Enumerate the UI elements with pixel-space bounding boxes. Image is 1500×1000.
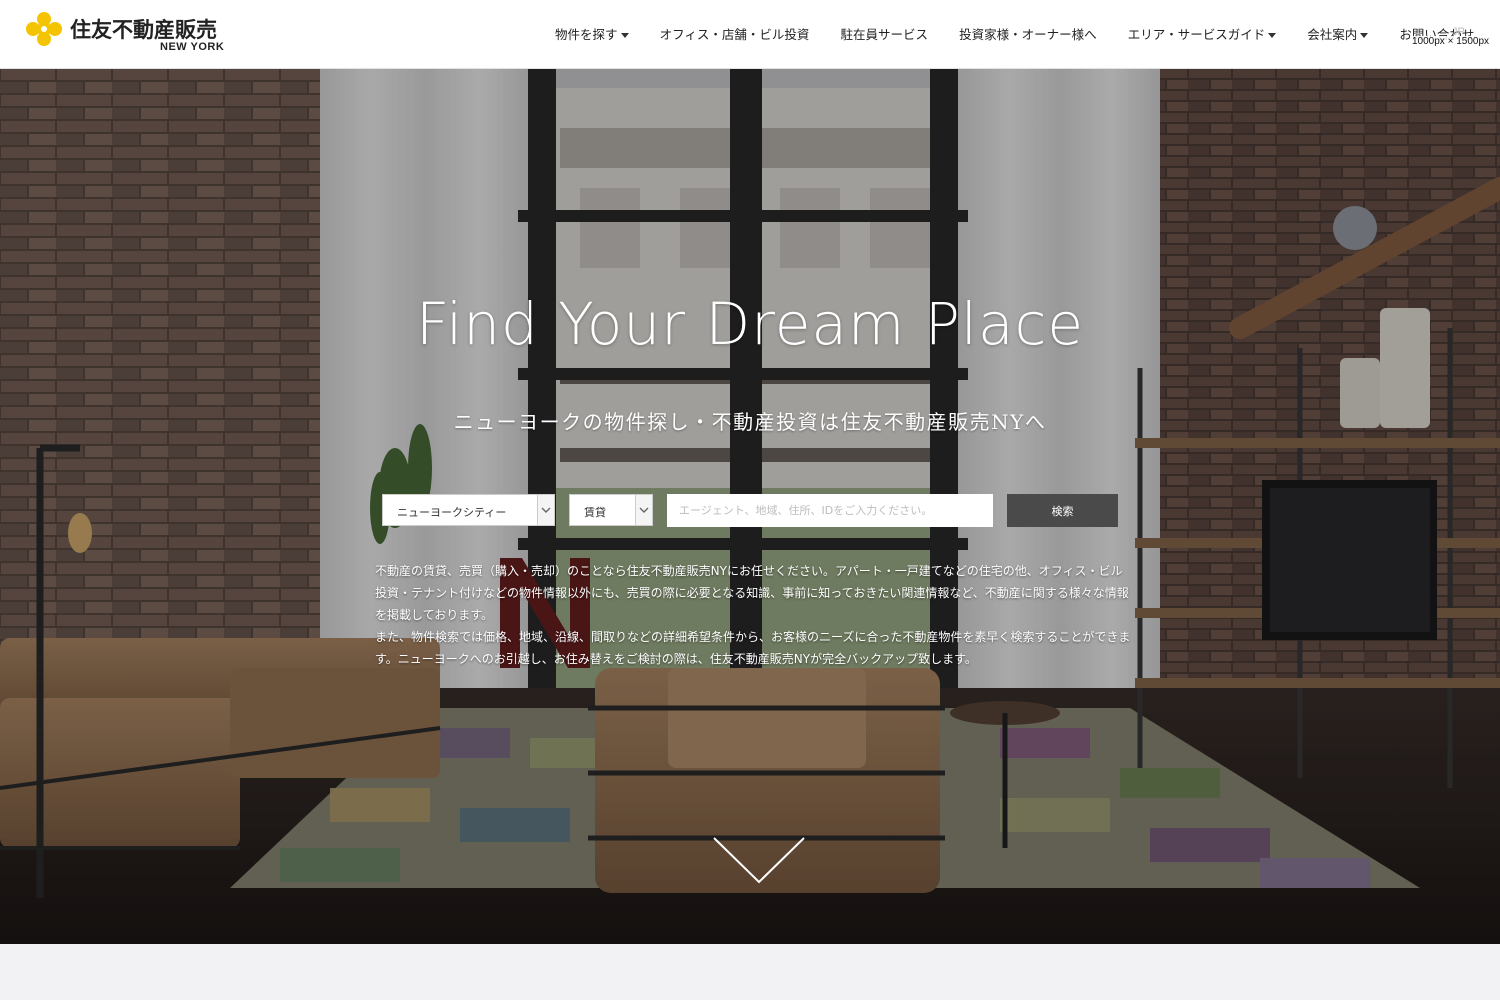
chevron-down-icon[interactable] — [712, 836, 806, 886]
keyword-search-input[interactable] — [667, 494, 993, 527]
description-paragraph: また、物件検索では価格、地域、沿線、間取りなどの詳細希望条件から、お客様のニーズ… — [375, 630, 1131, 666]
nav-item-expat-service[interactable]: 駐在員サービス — [840, 24, 928, 43]
hero-subtitle: ニューヨークの物件探し・不動産投資は住友不動産販売NYへ — [453, 410, 1047, 434]
nav-item-label: 駐在員サービス — [840, 27, 928, 42]
main-nav: 物件を探す オフィス・店舗・ビル投資 駐在員サービス 投資家様・オーナー様へ エ… — [555, 24, 1500, 44]
nav-item-find-property[interactable]: 物件を探す — [555, 24, 629, 43]
caret-down-icon — [1268, 33, 1277, 38]
caret-down-icon — [1360, 33, 1369, 38]
hero-description: 不動産の賃貸、売買（購入・売却）のことなら住友不動産販売NYにお任せください。ア… — [375, 560, 1131, 670]
property-type-select[interactable]: 賃貸 — [569, 494, 653, 526]
nav-item-label: オフィス・店舗・ビル投資 — [659, 27, 810, 42]
hero-section: Find Your Dream Place ニューヨークの物件探し・不動産投資は… — [0, 68, 1500, 944]
chevron-down-icon — [635, 495, 652, 525]
nav-item-office-investment[interactable]: オフィス・店舗・ビル投資 — [660, 24, 810, 43]
hero-title: Find Your Dream Place — [415, 290, 1085, 358]
chevron-down-icon — [537, 495, 554, 525]
caret-down-icon — [620, 33, 629, 38]
logo-flower-icon — [26, 12, 62, 46]
nav-item-company[interactable]: 会社案内 — [1307, 24, 1369, 43]
area-select[interactable]: ニューヨークシティー — [382, 494, 555, 526]
site-header: 住友不動産販売 NEW YORK 物件を探す オフィス・店舗・ビル投資 駐在員サ… — [0, 0, 1500, 69]
logo-name: 住友不動産販売 — [70, 18, 217, 42]
content-section-top — [0, 944, 1500, 1000]
nav-item-label: 投資家様・オーナー様へ — [959, 27, 1097, 42]
search-button[interactable]: 検索 — [1007, 494, 1118, 527]
nav-item-investors-owners[interactable]: 投資家様・オーナー様へ — [959, 24, 1097, 43]
logo-subtitle: NEW YORK — [160, 41, 225, 53]
dimensions-label: 1000px × 1500px — [1410, 36, 1492, 47]
area-select-value: ニューヨークシティー — [397, 506, 507, 519]
site-logo[interactable]: 住友不動産販売 NEW YORK — [24, 12, 234, 56]
nav-item-label: 会社案内 — [1307, 27, 1358, 42]
nav-item-label: エリア・サービスガイド — [1127, 27, 1266, 42]
description-paragraph: 不動産の賃貸、売買（購入・売却）のことなら住友不動産販売NYにお任せください。ア… — [375, 564, 1129, 622]
property-type-select-value: 賃貸 — [584, 506, 606, 519]
nav-item-label: 物件を探す — [555, 27, 618, 42]
nav-item-area-guide[interactable]: エリア・サービスガイド — [1128, 24, 1277, 43]
